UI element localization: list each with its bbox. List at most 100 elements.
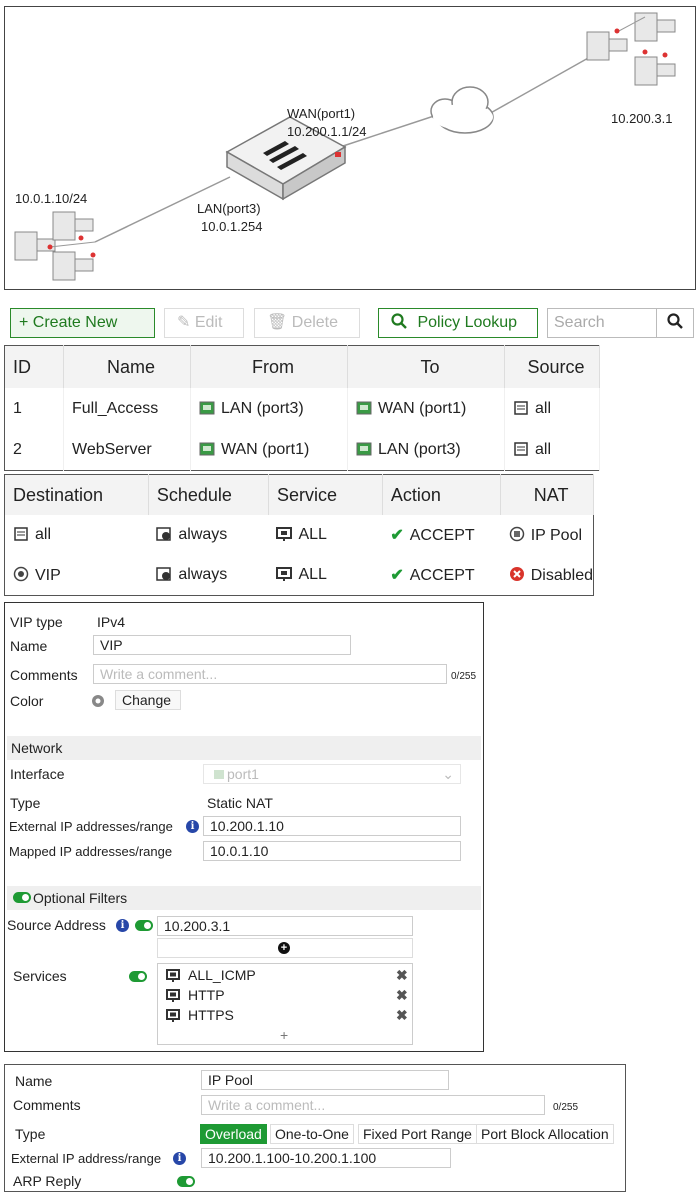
col-source[interactable]: Source xyxy=(504,345,600,388)
arp-reply-toggle[interactable] xyxy=(177,1176,195,1187)
lan-computers-icon xyxy=(14,211,96,281)
lan-ip-label: 10.0.1.254 xyxy=(201,219,263,234)
type-port-block-allocation-button[interactable]: Port Block Allocation xyxy=(476,1124,614,1144)
external-ip-label: External IP addresses/range xyxy=(9,819,173,834)
interface-icon xyxy=(356,442,372,455)
color-label: Color xyxy=(10,693,44,709)
internet-cloud-icon xyxy=(430,86,494,134)
edit-button[interactable]: ✎ Edit xyxy=(164,308,244,338)
topology-drawing xyxy=(14,12,676,281)
network-diagram: WAN(port1) 10.200.1.1/24 LAN(port3) 10.0… xyxy=(4,6,696,290)
policy-lookup-button[interactable]: Policy Lookup xyxy=(378,308,538,338)
optional-filters-toggle[interactable] xyxy=(13,892,31,903)
chevron-down-icon: ⌄ xyxy=(442,766,454,782)
table-row[interactable]: all always ALL ✔ ACCEPT IP Pool xyxy=(5,515,594,555)
table-row[interactable]: VIP always ALL ✔ ACCEPT Disabled xyxy=(5,555,594,596)
cell-destination: VIP xyxy=(5,555,149,596)
col-name[interactable]: Name xyxy=(63,345,191,388)
source-address-toggle[interactable] xyxy=(135,920,153,931)
comments-label: Comments xyxy=(13,1097,81,1113)
type-label: Type xyxy=(10,795,41,811)
services-toggle[interactable] xyxy=(129,971,147,982)
type-overload-button[interactable]: Overload xyxy=(200,1124,267,1144)
color-change-button[interactable]: Change xyxy=(115,690,181,710)
policy-lookup-label: Policy Lookup xyxy=(417,314,518,331)
cell-schedule: always xyxy=(148,555,268,596)
cell-from: WAN (port1) xyxy=(190,429,348,471)
info-icon[interactable]: i xyxy=(173,1152,186,1165)
list-item[interactable]: HTTP ✖ xyxy=(166,987,408,1005)
cell-to: LAN (port3) xyxy=(347,429,505,471)
info-icon[interactable]: i xyxy=(116,919,129,932)
col-schedule[interactable]: Schedule xyxy=(148,474,269,515)
address-icon xyxy=(514,441,528,456)
interface-select[interactable]: port1 ⌄ xyxy=(203,764,461,784)
cell-name: WebServer xyxy=(63,429,191,471)
cell-service: ALL xyxy=(268,515,382,555)
remove-icon[interactable]: ✖ xyxy=(396,967,408,984)
search-input[interactable]: Search xyxy=(547,308,657,338)
services-list[interactable]: ALL_ICMP ✖ HTTP ✖ HTTPS ✖ + xyxy=(157,963,413,1045)
type-one-to-one-button[interactable]: One-to-One xyxy=(270,1124,354,1144)
type-value: Static NAT xyxy=(207,795,273,811)
lan-port-label: LAN(port3) xyxy=(197,201,261,216)
service-icon xyxy=(166,1009,180,1022)
service-icon xyxy=(166,989,180,1002)
list-item[interactable]: HTTPS ✖ xyxy=(166,1007,408,1025)
comments-counter: 0/255 xyxy=(553,1102,579,1113)
delete-label: Delete xyxy=(291,314,339,331)
cell-action: ✔ ACCEPT xyxy=(390,567,475,584)
info-icon[interactable]: i xyxy=(186,820,199,833)
table-row[interactable]: 1 Full_Access LAN (port3) WAN (port1) al… xyxy=(4,388,600,429)
external-ip-label: External IP address/range xyxy=(11,1151,162,1166)
create-new-button[interactable]: + Create New xyxy=(10,308,155,338)
cell-source: all xyxy=(504,429,600,471)
cell-nat: IP Pool xyxy=(501,515,594,555)
cell-id: 2 xyxy=(4,429,64,471)
comments-counter: 0/255 xyxy=(451,671,477,682)
external-ip-input[interactable]: 10.200.1.10 xyxy=(203,816,461,836)
vip-type-label: VIP type xyxy=(10,614,63,630)
cell-destination: all xyxy=(5,515,149,555)
source-address-label: Source Address xyxy=(7,917,106,933)
cell-name: Full_Access xyxy=(63,388,191,429)
services-label: Services xyxy=(13,968,67,984)
arp-reply-label: ARP Reply xyxy=(13,1173,82,1189)
list-item[interactable]: ALL_ICMP ✖ xyxy=(166,967,408,985)
search-icon xyxy=(391,313,407,329)
remove-icon[interactable]: ✖ xyxy=(396,987,408,1004)
col-destination[interactable]: Destination xyxy=(4,474,149,515)
add-service-button[interactable]: + xyxy=(280,1027,288,1043)
add-circle-icon: + xyxy=(278,942,290,954)
interface-icon xyxy=(199,442,215,455)
remove-icon[interactable]: ✖ xyxy=(396,1007,408,1024)
source-address-input[interactable]: 10.200.3.1 xyxy=(157,916,413,936)
interface-icon xyxy=(214,770,224,779)
external-ip-input[interactable]: 10.200.1.100-10.200.1.100 xyxy=(201,1148,451,1168)
col-service[interactable]: Service xyxy=(268,474,383,515)
name-input[interactable]: VIP xyxy=(93,635,351,655)
comments-input[interactable]: Write a comment... xyxy=(201,1095,545,1115)
col-from[interactable]: From xyxy=(190,345,348,388)
edit-label: Edit xyxy=(194,314,223,331)
col-id[interactable]: ID xyxy=(4,345,64,388)
name-input[interactable]: IP Pool xyxy=(201,1070,449,1090)
type-fixed-port-range-button[interactable]: Fixed Port Range xyxy=(358,1124,477,1144)
ip-pool-icon xyxy=(509,526,524,541)
service-icon xyxy=(276,527,293,541)
table-row[interactable]: 2 WebServer WAN (port1) LAN (port3) all xyxy=(4,429,600,471)
col-nat[interactable]: NAT xyxy=(500,474,594,515)
col-action[interactable]: Action xyxy=(382,474,502,515)
col-to[interactable]: To xyxy=(347,345,505,388)
cell-service: ALL xyxy=(268,555,382,596)
cell-action: ✔ ACCEPT xyxy=(390,527,475,544)
delete-button[interactable]: 🗑 Delete xyxy=(254,308,360,338)
name-label: Name xyxy=(15,1073,53,1089)
mapped-ip-input[interactable]: 10.0.1.10 xyxy=(203,841,461,861)
comments-input[interactable]: Write a comment... xyxy=(93,664,447,684)
wan-port-label: WAN(port1) xyxy=(287,106,356,121)
vip-icon xyxy=(13,566,29,581)
source-address-add-row[interactable]: + xyxy=(157,938,413,958)
cell-source: all xyxy=(504,388,600,429)
search-submit-button[interactable] xyxy=(656,308,694,338)
